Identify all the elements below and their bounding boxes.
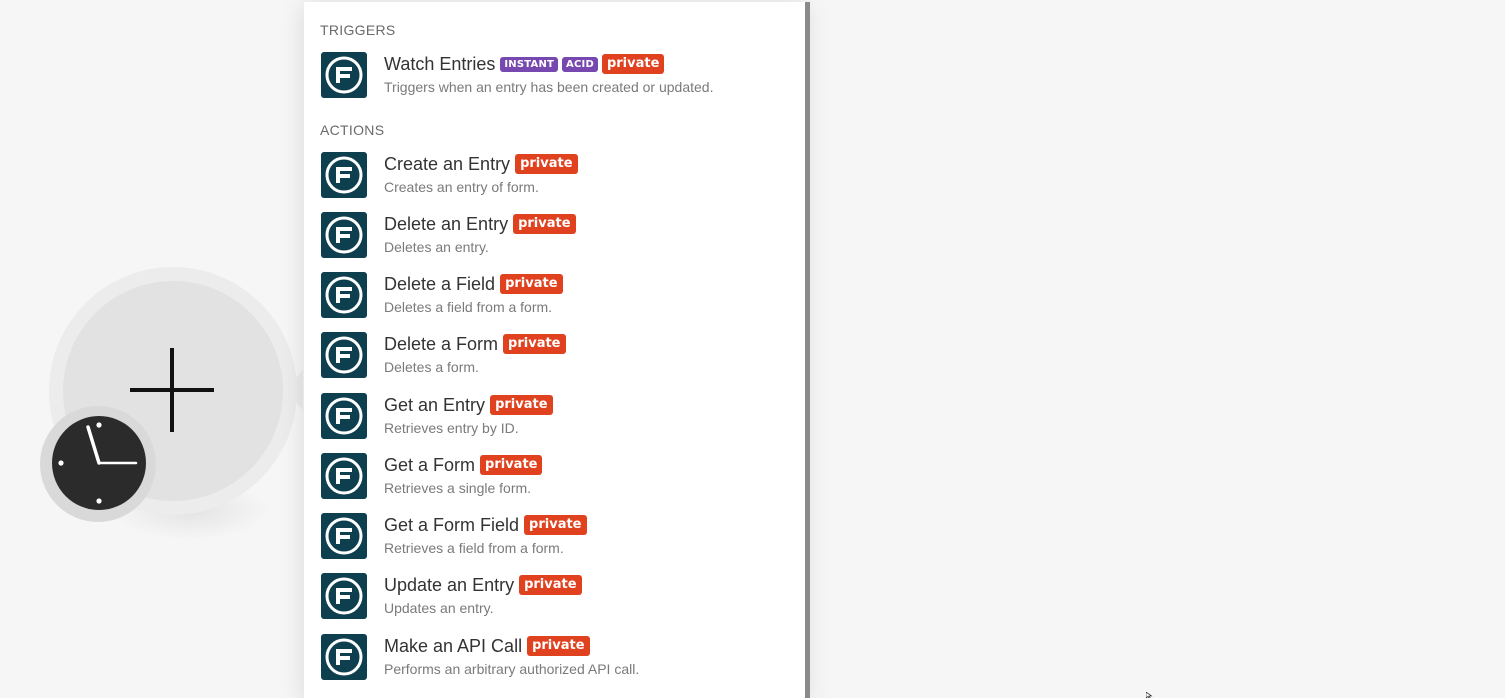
module-picker-panel: TRIGGERS Watch Entries INSTANT ACID priv… [304, 2, 806, 698]
private-badge: private [490, 395, 553, 415]
private-badge: private [524, 515, 587, 535]
trigger-item-watch-entries[interactable]: Watch Entries INSTANT ACID private Trigg… [320, 50, 800, 106]
action-item-get-entry[interactable]: Get an Entry private Retrieves entry by … [320, 391, 800, 447]
item-title: Update an Entry [384, 574, 515, 595]
item-title: Get a Form Field [384, 514, 520, 535]
formidable-forms-icon [321, 272, 367, 318]
action-item-delete-form[interactable]: Delete a Form private Deletes a form. [320, 330, 800, 386]
item-description: Updates an entry. [384, 600, 494, 616]
instant-badge: INSTANT [500, 56, 559, 72]
item-description: Retrieves a single form. [384, 480, 532, 496]
item-description: Deletes a field from a form. [384, 299, 553, 315]
item-description: Deletes an entry. [384, 239, 489, 255]
item-description: Creates an entry of form. [384, 179, 539, 195]
private-badge: private [601, 54, 665, 74]
item-description: Performs an arbitrary authorized API cal… [384, 661, 640, 677]
panel-scrollbar[interactable] [805, 2, 810, 698]
scenario-canvas: TRIGGERS Watch Entries INSTANT ACID priv… [0, 0, 1505, 698]
formidable-forms-icon [321, 513, 367, 559]
formidable-forms-icon [321, 573, 367, 619]
private-badge: private [515, 154, 578, 174]
action-item-create-entry[interactable]: Create an Entry private Creates an entry… [320, 150, 800, 206]
clock-icon[interactable] [52, 416, 146, 510]
formidable-forms-icon [321, 212, 367, 258]
actions-section-title: ACTIONS [320, 122, 385, 138]
private-badge: private [500, 274, 563, 294]
acid-badge: ACID [562, 56, 598, 72]
item-description: Retrieves entry by ID. [384, 420, 519, 436]
triggers-section-title: TRIGGERS [320, 22, 396, 38]
item-title: Delete a Field [384, 273, 496, 294]
action-item-get-form[interactable]: Get a Form private Retrieves a single fo… [320, 451, 800, 507]
formidable-forms-icon [321, 453, 367, 499]
formidable-forms-icon [321, 393, 367, 439]
mouse-cursor-icon [1146, 692, 1153, 698]
formidable-forms-icon [321, 52, 367, 98]
formidable-forms-icon [321, 152, 367, 198]
item-title: Watch Entries [384, 53, 496, 74]
item-title: Get a Form [384, 454, 476, 475]
item-description: Triggers when an entry has been created … [384, 79, 714, 95]
module-pointer [285, 370, 303, 410]
private-badge: private [519, 575, 582, 595]
formidable-forms-icon [321, 332, 367, 378]
private-badge: private [480, 455, 543, 475]
item-title: Get an Entry [384, 394, 486, 415]
action-item-delete-field[interactable]: Delete a Field private Deletes a field f… [320, 270, 800, 326]
private-badge: private [527, 636, 590, 656]
item-title: Create an Entry [384, 153, 511, 174]
item-title: Make an API Call [384, 635, 523, 656]
action-item-get-form-field[interactable]: Get a Form Field private Retrieves a fie… [320, 511, 800, 567]
item-description: Deletes a form. [384, 359, 479, 375]
action-item-delete-entry[interactable]: Delete an Entry private Deletes an entry… [320, 210, 800, 266]
private-badge: private [513, 214, 576, 234]
item-description: Retrieves a field from a form. [384, 540, 564, 556]
item-title: Delete an Entry [384, 213, 509, 234]
formidable-forms-icon [321, 634, 367, 680]
private-badge: private [503, 334, 566, 354]
action-item-update-entry[interactable]: Update an Entry private Updates an entry… [320, 571, 800, 627]
action-item-make-api-call[interactable]: Make an API Call private Performs an arb… [320, 632, 800, 688]
item-title: Delete a Form [384, 333, 499, 354]
